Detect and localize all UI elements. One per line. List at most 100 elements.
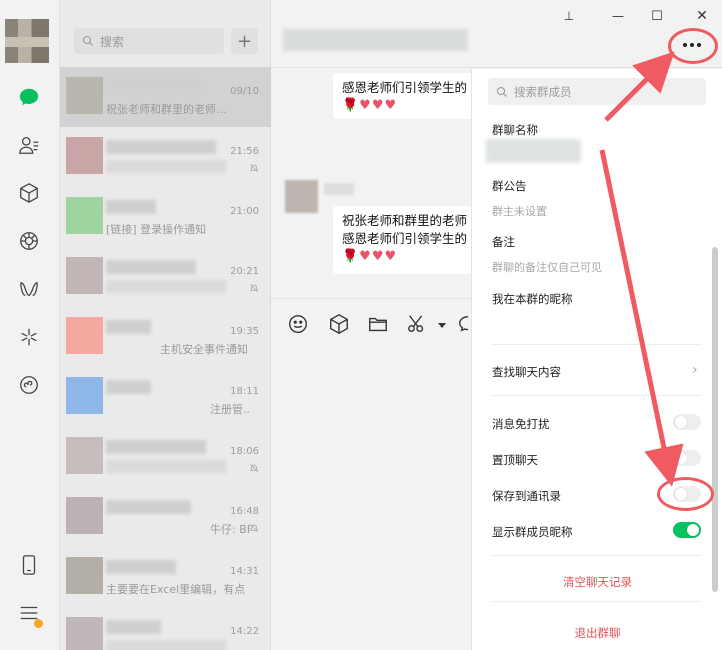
mute-toggle[interactable]: [673, 414, 701, 430]
chat-list-item[interactable]: 14:31 主要要在Excel里编辑，有点...: [60, 547, 271, 607]
sender-name: [324, 183, 354, 195]
message-bubble[interactable]: 祝张老师和群里的老师 感恩老师们引领学生的 🌹♥♥♥: [333, 206, 473, 274]
chat-list-item[interactable]: 21:00 [链接] 登录操作通知: [60, 187, 271, 247]
divider: [492, 601, 702, 602]
chat-preview: 祝张老师和群里的老师...: [106, 103, 227, 116]
favorites-icon[interactable]: [328, 313, 350, 335]
moments-icon[interactable]: [14, 226, 44, 256]
phone-icon[interactable]: [14, 550, 44, 580]
chat-time: 16:48: [230, 506, 259, 517]
chat-preview: [106, 460, 226, 473]
add-chat-button[interactable]: +: [231, 28, 258, 54]
message-emoji: 🌹♥♥♥: [342, 249, 398, 264]
search-icon: [496, 86, 507, 97]
chat-list-item[interactable]: 09/10 祝张老师和群里的老师...: [60, 67, 271, 127]
chat-list-item[interactable]: 18:11 注册管...: [60, 367, 271, 427]
chat-time: 14:31: [230, 566, 259, 577]
screenshot-icon[interactable]: [406, 313, 428, 335]
chat-name: [106, 560, 176, 574]
message-text: 感恩老师们引领学生的: [342, 231, 468, 246]
chat-time: 21:00: [230, 206, 259, 217]
nav-rail: [0, 0, 60, 650]
mini-programs-icon[interactable]: [14, 370, 44, 400]
chat-avatar: [66, 137, 103, 174]
pin-chat-label: 置顶聊天: [492, 453, 538, 467]
chat-preview: 牛仔: BF...: [210, 523, 250, 536]
chat-name: [106, 500, 191, 514]
clear-history-button[interactable]: 清空聊天记录: [472, 574, 722, 590]
conversation-title: [283, 29, 468, 51]
mute-bell-icon: [249, 282, 259, 293]
chat-icon[interactable]: [14, 82, 44, 112]
member-search-input[interactable]: 搜索群成员: [488, 78, 706, 105]
group-info-panel: 搜索群成员 群聊名称 群公告 群主未设置 备注 群聊的备注仅自己可见 我在本群的…: [471, 69, 722, 650]
show-nickname-toggle[interactable]: [673, 522, 701, 538]
remark-label: 备注: [492, 235, 515, 249]
input-toolbar: [271, 298, 471, 350]
chat-avatar: [66, 617, 103, 650]
chat-list-item[interactable]: 18:06: [60, 427, 271, 487]
chevron-down-icon[interactable]: [431, 313, 446, 335]
pin-chat-toggle[interactable]: [673, 450, 701, 466]
group-name-value[interactable]: [486, 139, 581, 163]
discover-icon[interactable]: [14, 322, 44, 352]
sender-avatar[interactable]: [285, 180, 318, 213]
message-bubble[interactable]: 感恩老师们引领学生的 🌹♥♥♥: [333, 73, 473, 119]
chat-search-placeholder: 搜索: [100, 34, 125, 49]
pin-window-icon[interactable]: ⊥: [559, 6, 579, 26]
channels-icon[interactable]: [14, 274, 44, 304]
update-badge: [34, 619, 43, 628]
close-icon[interactable]: ✕: [692, 6, 712, 26]
mute-bell-icon: [249, 162, 259, 173]
chat-time: 09/10: [230, 86, 259, 97]
chat-avatar: [66, 557, 103, 594]
find-history-item[interactable]: 查找聊天内容: [492, 364, 561, 380]
chat-avatar: [66, 77, 103, 114]
chat-time: 18:06: [230, 446, 259, 457]
contacts-icon[interactable]: [14, 130, 44, 160]
message-emoji: 🌹♥♥♥: [342, 98, 398, 113]
group-name-label: 群聊名称: [492, 123, 538, 137]
chat-preview: [106, 160, 226, 173]
chat-name: [106, 80, 201, 94]
leave-group-button[interactable]: 退出群聊: [472, 625, 722, 641]
chat-avatar: [66, 497, 103, 534]
minimize-icon[interactable]: —: [608, 6, 628, 26]
user-avatar[interactable]: [5, 19, 49, 63]
divider: [492, 555, 702, 556]
maximize-icon[interactable]: ☐: [647, 6, 667, 26]
chat-avatar: [66, 257, 103, 294]
chat-name: [106, 200, 156, 214]
chat-list-item[interactable]: 16:48 牛仔: BF...: [60, 487, 271, 547]
chat-avatar: [66, 317, 103, 354]
chat-time: 20:21: [230, 266, 259, 277]
mute-label: 消息免打扰: [492, 417, 550, 431]
chat-search-input[interactable]: 搜索: [74, 28, 224, 54]
message-text: 祝张老师和群里的老师: [342, 213, 468, 228]
annotation-circle: [657, 477, 714, 511]
divider: [492, 344, 702, 345]
search-icon: [82, 35, 93, 46]
favorites-icon[interactable]: [14, 178, 44, 208]
panel-scrollbar[interactable]: [712, 247, 718, 592]
emoji-icon[interactable]: [287, 313, 309, 335]
chat-preview: 主机安全事件通知: [160, 343, 248, 356]
chat-name: [106, 260, 196, 274]
announcement-value[interactable]: 群主未设置: [492, 203, 547, 219]
mute-bell-icon: [249, 462, 259, 473]
nickname-label: 我在本群的昵称: [492, 292, 573, 306]
chat-name: [106, 620, 161, 634]
chat-list-item[interactable]: 20:21: [60, 247, 271, 307]
chat-preview: 主要要在Excel里编辑，有点...: [106, 583, 246, 596]
member-search-placeholder: 搜索群成员: [514, 84, 572, 99]
folder-icon[interactable]: [367, 313, 389, 335]
remark-hint[interactable]: 群聊的备注仅自己可见: [492, 259, 602, 275]
chat-preview: [106, 640, 226, 650]
chat-name: [106, 140, 216, 154]
chat-list-item[interactable]: 14:22: [60, 607, 271, 650]
annotation-circle: [668, 28, 718, 64]
show-nickname-label: 显示群成员昵称: [492, 525, 573, 539]
chat-list-item[interactable]: 19:35 主机安全事件通知: [60, 307, 271, 367]
announcement-label: 群公告: [492, 179, 527, 193]
chat-list-item[interactable]: 21:56: [60, 127, 271, 187]
